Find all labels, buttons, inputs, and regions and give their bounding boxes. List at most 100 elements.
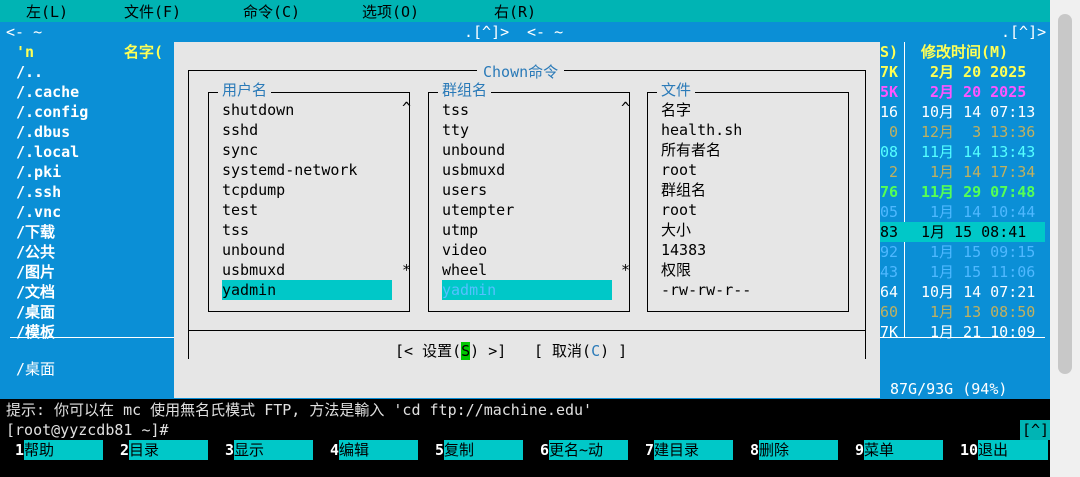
file-size: 7K [880,63,899,81]
file-mtime: 10月 14 07:21 [921,283,1036,301]
menu-left[interactable]: 左(L) [26,1,68,22]
file-entry[interactable]: /.ssh [16,182,61,202]
file-entry[interactable]: /下载 [16,222,55,242]
fkey-label: 更名~动 [549,440,628,460]
user-list-item[interactable]: usbmuxd [222,260,285,280]
file-mtime: 1月 21 10:09 [930,323,1036,341]
file-info-label: 文件 [657,80,696,100]
fkey-number: 9 [855,441,865,459]
user-list-item[interactable]: shutdown [222,100,294,120]
right-panel-col-size[interactable]: S) [880,42,898,62]
fkey-number: 3 [225,441,235,459]
file-size: 08 [880,143,899,161]
user-list-item[interactable]: tss [222,220,249,240]
dialog-button-separator [188,330,866,331]
right-panel-col-mtime[interactable]: 修改时间(M) [921,42,1008,62]
file-entry[interactable]: /公共 [16,242,55,262]
window-scrollbar-thumb[interactable] [1058,14,1072,374]
file-info-value: root [661,201,698,219]
cancel-button[interactable]: [ 取消(C) ] [534,341,627,361]
file-entry[interactable]: /文档 [16,282,55,302]
menu-file[interactable]: 文件(F) [124,1,181,22]
file-size: 92 [880,243,899,261]
group-list-item[interactable]: tss [442,100,469,120]
menu-command[interactable]: 命令(C) [243,1,300,22]
terminal-screen: 左(L) 文件(F) 命令(C) 选项(O) 右(R) <- ~ .[^]> '… [0,0,1052,477]
file-entry[interactable]: /.local [16,142,79,162]
file-info-value: -rw-rw-r-- [661,281,752,299]
file-size: 76 [880,183,899,201]
fkey-8[interactable]: 8 删除 [735,440,840,460]
file-entry[interactable]: /桌面 [16,302,55,322]
file-size: 43 [880,263,899,281]
file-mtime: 11月 29 07:48 [921,183,1036,201]
user-list-item[interactable]: tcpdump [222,180,285,200]
user-list-item[interactable]: systemd-network [222,160,357,180]
left-panel-path: <- ~ [6,23,43,41]
fkey-6[interactable]: 6 更名~动 [525,440,630,460]
user-list-item[interactable]: test [222,200,258,220]
file-mtime: 1月 15 11:06 [930,263,1036,281]
file-entry[interactable]: /图片 [16,262,55,282]
group-list-item-selected[interactable]: yadmin [442,280,612,300]
user-list-item-selected[interactable]: yadmin [222,280,392,300]
file-size: 05 [880,203,899,221]
file-info-value: 14383 [661,241,707,259]
file-mtime: 1月 15 09:15 [930,243,1036,261]
file-info-key: 权限 [661,261,692,279]
group-list-item[interactable]: utmp [442,220,478,240]
fkey-label: 删除 [759,440,838,460]
left-panel-col-name[interactable]: 名字( [124,42,163,62]
file-entry[interactable]: /.cache [16,82,79,102]
file-size: 7K [880,323,899,341]
file-entry[interactable]: /.. [16,62,43,82]
user-scroll-thumb-icon[interactable]: * [402,260,411,280]
fkey-number: 1 [15,441,25,459]
cancel-button-pre: [ 取消( [534,342,592,360]
file-entry[interactable]: /.vnc [16,202,61,222]
cancel-button-post: ) ] [600,342,628,360]
group-list-item[interactable]: video [442,240,487,260]
group-list-item[interactable]: users [442,180,487,200]
fkey-7[interactable]: 7 建目录 [630,440,735,460]
fkey-label: 编辑 [339,440,418,460]
group-list-item[interactable]: utempter [442,200,514,220]
user-list-item[interactable]: unbound [222,240,285,260]
group-scroll-up-icon[interactable]: ^ [621,98,630,118]
left-panel-path-hotlist[interactable]: .[^]> [464,22,509,42]
file-entry[interactable]: /.config [16,102,88,122]
file-entry[interactable]: /.dbus [16,122,70,142]
fkey-10[interactable]: 10 退出 [945,440,1050,460]
right-panel-path-hotlist[interactable]: .[^]> [1001,22,1046,42]
group-scroll-thumb-icon[interactable]: * [621,260,630,280]
left-panel-sort-marker[interactable]: 'n [16,42,34,62]
fkey-3[interactable]: 3 显示 [210,440,315,460]
prompt-badge[interactable]: [^] [1020,420,1052,440]
file-info-key: 群组名 [661,181,707,199]
fkey-5[interactable]: 5 复制 [420,440,525,460]
shell-prompt[interactable]: [root@yyzcdb81 ~]# [6,420,169,440]
file-entry[interactable]: /模板 [16,322,55,342]
fkey-9[interactable]: 9 菜单 [840,440,945,460]
fkey-4[interactable]: 4 编辑 [315,440,420,460]
group-list-item[interactable]: wheel [442,260,487,280]
set-button-hotkey: S [461,342,471,360]
fkey-label: 菜单 [864,440,943,460]
window-scrollbar[interactable] [1050,0,1080,477]
set-button[interactable]: [< 设置(S) >] [395,341,506,361]
user-list-item[interactable]: sshd [222,120,258,140]
group-list-item[interactable]: tty [442,120,469,140]
menu-options[interactable]: 选项(O) [362,1,419,22]
file-entry[interactable]: /.pki [16,162,61,182]
group-list-item[interactable]: usbmuxd [442,160,505,180]
user-list-item[interactable]: sync [222,140,258,160]
menu-right[interactable]: 右(R) [494,1,536,22]
fkey-label: 退出 [978,440,1048,460]
cancel-button-hotkey: C [591,342,601,360]
file-mtime: 11月 14 13:43 [921,143,1036,161]
fkey-1[interactable]: 1 帮助 [0,440,105,460]
user-scroll-up-icon[interactable]: ^ [402,98,411,118]
fkey-2[interactable]: 2 目录 [105,440,210,460]
group-list-item[interactable]: unbound [442,140,505,160]
fkey-number: 5 [435,441,445,459]
